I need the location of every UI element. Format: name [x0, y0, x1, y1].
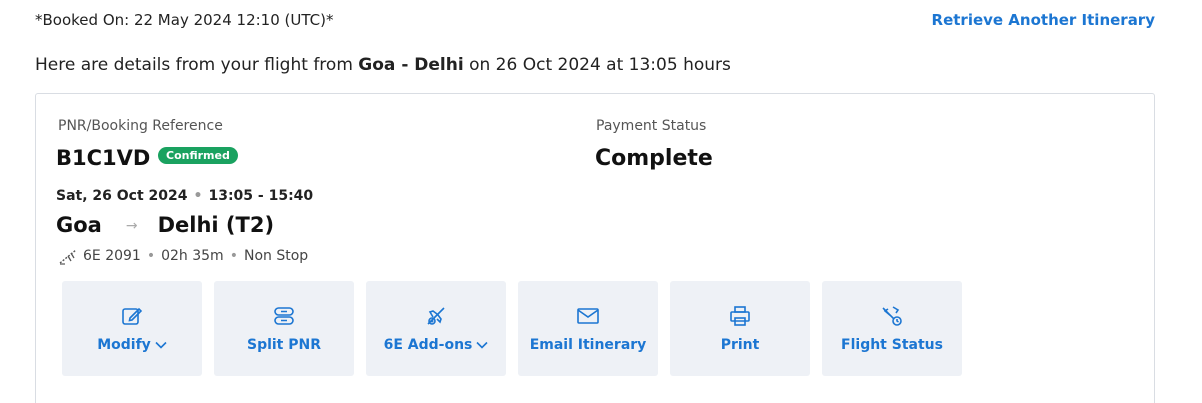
- pnr-label: PNR/Booking Reference: [58, 118, 223, 134]
- origin-city: Goa: [56, 213, 102, 237]
- payment-status-label: Payment Status: [596, 118, 707, 134]
- flight-date: Sat, 26 Oct 2024: [56, 188, 188, 204]
- details-route: Goa - Delhi: [358, 55, 464, 75]
- details-prefix: Here are details from your flight from: [35, 55, 359, 75]
- flight-stops: Non Stop: [243, 248, 309, 264]
- flight-date-time: Sat, 26 Oct 2024 • 13:05 - 15:40: [56, 188, 313, 204]
- email-itinerary-button[interactable]: Email Itinerary: [518, 281, 658, 376]
- mail-icon: [577, 308, 599, 324]
- split-pnr-button[interactable]: Split PNR: [214, 281, 354, 376]
- printer-icon: [730, 306, 750, 326]
- flight-number: 6E 2091: [83, 248, 141, 264]
- flight-status-label: Flight Status: [841, 337, 943, 353]
- action-tiles: Modify Split PNR 6E Add-ons Email Itiner…: [62, 281, 962, 376]
- flight-details-summary: Here are details from your flight from G…: [35, 55, 731, 75]
- modify-button[interactable]: Modify: [62, 281, 202, 376]
- booking-card: PNR/Booking Reference Payment Status B1C…: [35, 93, 1155, 403]
- separator-dot: •: [229, 248, 238, 264]
- split-icon: [274, 307, 294, 325]
- addons-label: 6E Add-ons: [383, 337, 473, 353]
- addons-button[interactable]: 6E Add-ons: [366, 281, 506, 376]
- pnr-code: B1C1VD: [56, 146, 151, 170]
- booked-on-text: *Booked On: 22 May 2024 12:10 (UTC)*: [35, 11, 334, 29]
- flight-duration: 02h 35m: [161, 248, 224, 264]
- flight-status-button[interactable]: Flight Status: [822, 281, 962, 376]
- separator-dot: •: [146, 248, 156, 264]
- payment-status-value: Complete: [595, 146, 713, 171]
- addons-icon: [427, 307, 445, 325]
- retrieve-itinerary-link[interactable]: Retrieve Another Itinerary: [932, 11, 1155, 29]
- email-itinerary-label: Email Itinerary: [529, 337, 647, 353]
- takeoff-icon: [59, 249, 77, 265]
- flight-status-icon: [882, 306, 902, 326]
- flight-time: 13:05 - 15:40: [208, 188, 314, 204]
- edit-icon: [122, 307, 143, 325]
- chevron-down-icon: [155, 341, 167, 349]
- flight-route: Goa → Delhi (T2): [56, 213, 274, 237]
- print-button[interactable]: Print: [670, 281, 810, 376]
- status-badge: Confirmed: [158, 147, 238, 164]
- modify-label: Modify: [97, 337, 151, 353]
- flight-info: 6E 2091 • 02h 35m • Non Stop: [58, 247, 308, 265]
- arrow-right-icon: →: [125, 218, 138, 234]
- destination-city: Delhi (T2): [157, 213, 275, 237]
- chevron-down-icon: [476, 341, 488, 349]
- separator-dot: •: [193, 188, 203, 204]
- print-label: Print: [720, 337, 760, 353]
- details-suffix: on 26 Oct 2024 at 13:05 hours: [463, 55, 731, 75]
- split-pnr-label: Split PNR: [246, 337, 322, 353]
